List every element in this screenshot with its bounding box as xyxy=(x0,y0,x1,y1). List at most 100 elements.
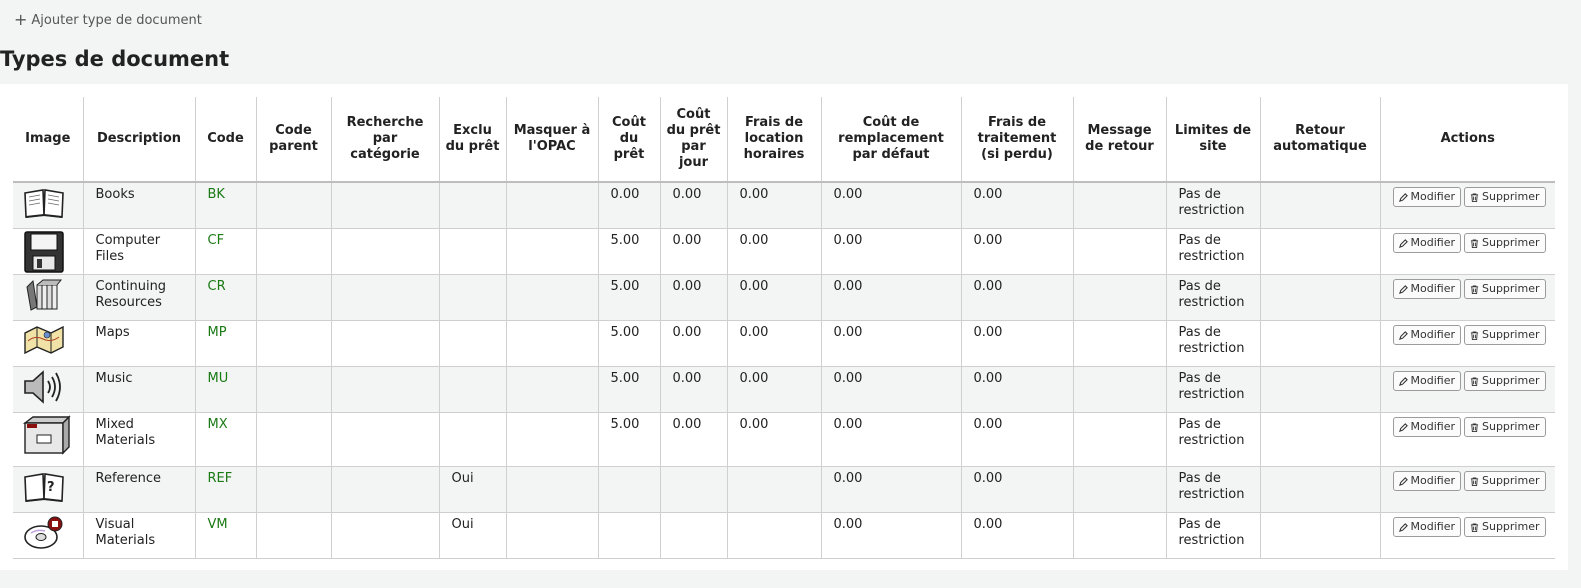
column-header-hourly-rental-charge[interactable]: Frais de location horaires xyxy=(726,97,821,183)
row-default-replacement-cost: 0.00 xyxy=(820,366,961,413)
delete-button[interactable]: Supprimer xyxy=(1463,279,1546,299)
trash-icon xyxy=(1470,422,1479,432)
edit-button[interactable]: Modifier xyxy=(1392,371,1461,391)
column-header-daily-rental-charge[interactable]: Coût du prêt par jour xyxy=(659,97,727,183)
delete-button[interactable]: Supprimer xyxy=(1463,187,1546,207)
pencil-icon xyxy=(1398,238,1408,248)
row-rental-charge: 5.00 xyxy=(597,320,660,367)
column-header-code[interactable]: Code xyxy=(194,97,256,183)
edit-button[interactable]: Modifier xyxy=(1392,325,1461,345)
row-code-link[interactable]: VM xyxy=(208,517,228,532)
row-code-link[interactable]: MX xyxy=(208,417,228,432)
delete-button-label: Supprimer xyxy=(1481,420,1540,433)
column-header-hide-opac[interactable]: Masquer à l'OPAC xyxy=(505,97,598,183)
edit-button-label: Modifier xyxy=(1410,282,1455,295)
edit-button-label: Modifier xyxy=(1410,520,1455,533)
floppy-disk-icon xyxy=(23,231,83,273)
row-site-limits: Pas de restriction xyxy=(1165,228,1260,275)
row-not-for-loan xyxy=(438,320,506,367)
row-actions: Modifier Supprimer xyxy=(1379,366,1555,413)
row-not-for-loan xyxy=(438,228,506,275)
delete-button-label: Supprimer xyxy=(1481,328,1540,341)
delete-button[interactable]: Supprimer xyxy=(1463,517,1546,537)
row-code-link[interactable]: CF xyxy=(208,233,225,248)
column-header-image[interactable]: Image xyxy=(13,97,83,183)
edit-button-label: Modifier xyxy=(1410,420,1455,433)
trash-icon xyxy=(1470,238,1479,248)
row-daily-rental-charge: 0.00 xyxy=(659,320,727,367)
edit-button[interactable]: Modifier xyxy=(1392,517,1461,537)
delete-button-label: Supprimer xyxy=(1481,236,1540,249)
row-code-link[interactable]: CR xyxy=(208,279,226,294)
delete-button[interactable]: Supprimer xyxy=(1463,325,1546,345)
pencil-icon xyxy=(1398,522,1408,532)
column-header-search-category[interactable]: Recherche par catégorie xyxy=(330,97,439,183)
column-header-processing-fee[interactable]: Frais de traitement (si perdu) xyxy=(960,97,1073,183)
column-header-automatic-checkin[interactable]: Retour automatique xyxy=(1259,97,1380,183)
row-parent-code xyxy=(255,412,331,467)
column-header-description[interactable]: Description xyxy=(82,97,195,183)
row-daily-rental-charge: 0.00 xyxy=(659,228,727,275)
edit-button[interactable]: Modifier xyxy=(1392,279,1461,299)
add-item-type-button[interactable]: + Ajouter type de document xyxy=(14,12,202,28)
column-header-default-replacement-cost[interactable]: Coût de remplacement par défaut xyxy=(820,97,961,183)
delete-button-label: Supprimer xyxy=(1481,520,1540,533)
row-default-replacement-cost: 0.00 xyxy=(820,320,961,367)
row-processing-fee: 0.00 xyxy=(960,466,1073,513)
row-search-category xyxy=(330,512,439,559)
row-processing-fee: 0.00 xyxy=(960,412,1073,467)
row-hourly-rental-charge: 0.00 xyxy=(726,182,821,229)
row-code-link[interactable]: BK xyxy=(208,187,225,202)
delete-button[interactable]: Supprimer xyxy=(1463,233,1546,253)
row-hide-opac xyxy=(505,412,598,467)
pencil-icon xyxy=(1398,284,1408,294)
row-code-link[interactable]: MU xyxy=(208,371,229,386)
column-header-not-for-loan[interactable]: Exclu du prêt xyxy=(438,97,506,183)
edit-button[interactable]: Modifier xyxy=(1392,233,1461,253)
row-checkin-message xyxy=(1072,466,1166,513)
row-hourly-rental-charge: 0.00 xyxy=(726,366,821,413)
trash-icon xyxy=(1470,192,1479,202)
row-processing-fee: 0.00 xyxy=(960,182,1073,229)
edit-button[interactable]: Modifier xyxy=(1392,471,1461,491)
row-checkin-message xyxy=(1072,412,1166,467)
column-header-site-limits[interactable]: Limites de site xyxy=(1165,97,1260,183)
row-default-replacement-cost: 0.00 xyxy=(820,274,961,321)
row-image-cell xyxy=(13,320,83,367)
column-header-checkin-message[interactable]: Message de retour xyxy=(1072,97,1166,183)
row-not-for-loan xyxy=(438,366,506,413)
column-header-rental-charge[interactable]: Coût du prêt xyxy=(597,97,660,183)
table-row: Music MU 5.00 0.00 0.00 0.00 0.00 Pas de… xyxy=(13,366,1555,413)
row-automatic-checkin xyxy=(1259,412,1380,467)
edit-button-label: Modifier xyxy=(1410,190,1455,203)
row-automatic-checkin xyxy=(1259,228,1380,275)
row-not-for-loan: Oui xyxy=(438,512,506,559)
row-rental-charge: 5.00 xyxy=(597,228,660,275)
cd-film-icon xyxy=(23,515,83,551)
edit-button-label: Modifier xyxy=(1410,474,1455,487)
row-checkin-message xyxy=(1072,320,1166,367)
row-site-limits: Pas de restriction xyxy=(1165,274,1260,321)
row-hide-opac xyxy=(505,366,598,413)
edit-button[interactable]: Modifier xyxy=(1392,187,1461,207)
delete-button[interactable]: Supprimer xyxy=(1463,371,1546,391)
trash-icon xyxy=(1470,476,1479,486)
column-header-parent-code[interactable]: Code parent xyxy=(255,97,331,183)
row-not-for-loan: Oui xyxy=(438,466,506,513)
delete-button-label: Supprimer xyxy=(1481,190,1540,203)
row-image-cell: ? xyxy=(13,466,83,513)
row-hourly-rental-charge: 0.00 xyxy=(726,274,821,321)
row-actions: Modifier Supprimer xyxy=(1379,274,1555,321)
row-processing-fee: 0.00 xyxy=(960,512,1073,559)
delete-button[interactable]: Supprimer xyxy=(1463,417,1546,437)
row-hourly-rental-charge xyxy=(726,512,821,559)
row-code-link[interactable]: MP xyxy=(208,325,227,340)
row-automatic-checkin xyxy=(1259,366,1380,413)
row-processing-fee: 0.00 xyxy=(960,366,1073,413)
row-search-category xyxy=(330,228,439,275)
delete-button[interactable]: Supprimer xyxy=(1463,471,1546,491)
row-code-link[interactable]: REF xyxy=(208,471,233,486)
edit-button-label: Modifier xyxy=(1410,236,1455,249)
edit-button[interactable]: Modifier xyxy=(1392,417,1461,437)
row-default-replacement-cost: 0.00 xyxy=(820,466,961,513)
